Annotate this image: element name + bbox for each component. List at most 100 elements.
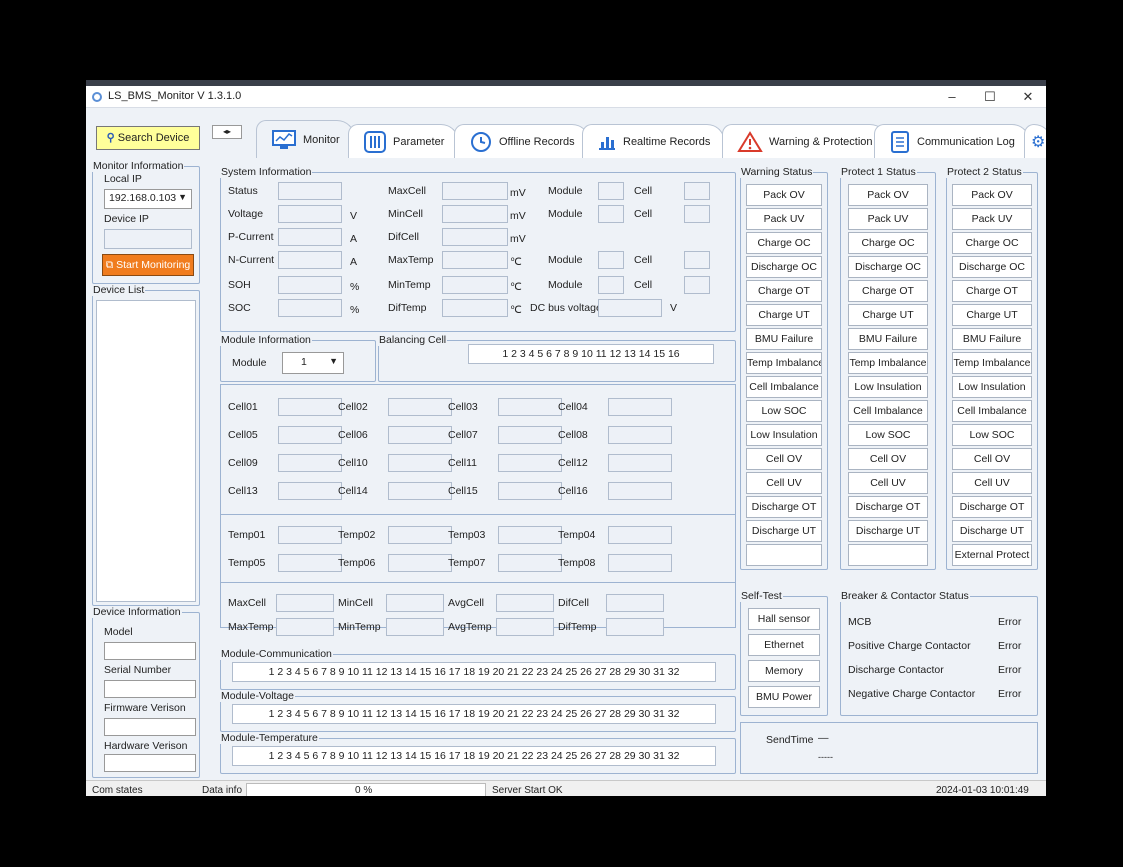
warning-status-item[interactable]: Cell OV — [746, 448, 822, 470]
protect1-status-item[interactable] — [848, 544, 928, 566]
unit-label: V — [350, 210, 358, 222]
protect1-status-item[interactable]: BMU Failure — [848, 328, 928, 350]
protect2-status-item[interactable]: Cell OV — [952, 448, 1032, 470]
tab-offline-records-label: Offline Records — [499, 135, 575, 148]
warning-status-item[interactable]: Charge OT — [746, 280, 822, 302]
protect2-status-item[interactable]: Charge OT — [952, 280, 1032, 302]
module-select[interactable]: 1 ▼ — [282, 352, 344, 374]
warning-status-item[interactable]: Charge OC — [746, 232, 822, 254]
self-test-item[interactable]: Hall sensor — [748, 608, 820, 630]
breaker-contactor-legend: Breaker & Contactor Status — [841, 590, 969, 602]
protect1-status-item[interactable]: Discharge OC — [848, 256, 928, 278]
warning-status-item[interactable]: Pack UV — [746, 208, 822, 230]
protect2-status-item[interactable]: Pack UV — [952, 208, 1032, 230]
tab-scroll-arrows[interactable]: ◂▸ — [212, 125, 242, 139]
local-ip-label: Local IP — [104, 173, 142, 185]
warning-status-item[interactable]: Discharge UT — [746, 520, 822, 542]
protect1-status-item[interactable]: Discharge OT — [848, 496, 928, 518]
tab-settings[interactable]: ⚙ — [1024, 124, 1046, 158]
warning-status-item[interactable]: Low SOC — [746, 400, 822, 422]
protect1-status-item[interactable]: Discharge UT — [848, 520, 928, 542]
unit-label: mV — [510, 187, 526, 199]
protect-2-status-legend: Protect 2 Status — [947, 166, 1022, 178]
cell-value — [684, 276, 710, 294]
tab-warning-protection[interactable]: Warning & Protection — [722, 124, 888, 158]
local-ip-select[interactable]: 192.168.0.103 ▼ — [104, 189, 192, 209]
protect1-status-item[interactable]: Temp Imbalance — [848, 352, 928, 374]
start-monitoring-button[interactable]: ⧉ Start Monitoring — [102, 254, 194, 276]
protect2-status-item[interactable]: Pack OV — [952, 184, 1032, 206]
warning-status-item[interactable]: Cell UV — [746, 472, 822, 494]
protect1-status-item[interactable]: Cell UV — [848, 472, 928, 494]
warning-status-item[interactable]: BMU Failure — [746, 328, 822, 350]
protect1-status-item[interactable]: Charge OT — [848, 280, 928, 302]
protect1-status-item[interactable]: Cell OV — [848, 448, 928, 470]
search-device-label: Search Device — [117, 132, 190, 144]
protect1-status-item[interactable]: Low Insulation — [848, 376, 928, 398]
protect2-status-item[interactable]: Cell UV — [952, 472, 1032, 494]
module-value — [598, 182, 624, 200]
protect2-status-item[interactable]: Low Insulation — [952, 376, 1032, 398]
self-test-item[interactable]: Ethernet — [748, 634, 820, 656]
self-test-item[interactable]: Memory — [748, 660, 820, 682]
protect1-status-item[interactable]: Pack OV — [848, 184, 928, 206]
hardware-version-field — [104, 754, 196, 772]
protect2-status-item[interactable]: External Protect — [952, 544, 1032, 566]
minimize-button[interactable]: – — [938, 88, 966, 106]
protect2-status-item[interactable]: Discharge OT — [952, 496, 1032, 518]
protect1-status-item[interactable]: Pack UV — [848, 208, 928, 230]
balancing-cell-indicators: 1 2 3 4 5 6 7 8 9 10 11 12 13 14 15 16 — [468, 344, 714, 364]
warning-status-item[interactable]: Low Insulation — [746, 424, 822, 446]
protect2-status-item[interactable]: Discharge OC — [952, 256, 1032, 278]
protect2-status-item[interactable]: Discharge UT — [952, 520, 1032, 542]
module-communication-legend: Module-Communication — [221, 648, 332, 660]
system-info-value — [278, 251, 342, 269]
module-temperature-indicators: 1 2 3 4 5 6 7 8 9 10 11 12 13 14 15 16 1… — [232, 746, 716, 766]
tab-realtime-records[interactable]: Realtime Records — [582, 124, 726, 158]
device-list-panel[interactable] — [96, 300, 196, 602]
protect2-status-item[interactable]: Low SOC — [952, 424, 1032, 446]
warning-status-item[interactable]: Temp Imbalance — [746, 352, 822, 374]
close-button[interactable]: ✕ — [1014, 88, 1042, 106]
protect1-status-item[interactable]: Cell Imbalance — [848, 400, 928, 422]
warning-status-item[interactable] — [746, 544, 822, 566]
protect2-status-item[interactable]: Charge OC — [952, 232, 1032, 254]
start-monitoring-label: Start Monitoring — [116, 259, 191, 271]
summary-value — [606, 618, 664, 636]
device-information-legend: Device Information — [93, 606, 181, 618]
summary-label: DifCell — [558, 597, 589, 609]
device-ip-field[interactable] — [104, 229, 192, 249]
system-info-label: SOC — [228, 302, 251, 314]
protect1-status-item[interactable]: Low SOC — [848, 424, 928, 446]
self-test-item[interactable]: BMU Power — [748, 686, 820, 708]
tab-monitor-label: Monitor — [303, 133, 340, 146]
protect1-status-item[interactable]: Charge UT — [848, 304, 928, 326]
protect2-status-item[interactable]: Cell Imbalance — [952, 400, 1032, 422]
search-icon: ⚲ — [106, 132, 115, 144]
protect2-status-item[interactable]: Temp Imbalance — [952, 352, 1032, 374]
tab-parameter[interactable]: Parameter — [348, 124, 460, 158]
cell-voltage-value — [608, 482, 672, 500]
tab-monitor[interactable]: Monitor — [256, 120, 355, 158]
warning-status-item[interactable]: Discharge OT — [746, 496, 822, 518]
tab-communication-log[interactable]: Communication Log — [874, 124, 1030, 158]
maximize-button[interactable]: ☐ — [976, 88, 1004, 106]
unit-label: % — [350, 304, 360, 316]
system-info-value — [442, 228, 508, 246]
protect2-status-item[interactable]: Charge UT — [952, 304, 1032, 326]
protect2-status-item[interactable]: BMU Failure — [952, 328, 1032, 350]
tab-offline-records[interactable]: Offline Records — [454, 124, 590, 158]
warning-status-item[interactable]: Charge UT — [746, 304, 822, 326]
warning-status-item[interactable]: Pack OV — [746, 184, 822, 206]
warning-status-item[interactable]: Cell Imbalance — [746, 376, 822, 398]
unit-label: % — [350, 281, 360, 293]
search-device-button[interactable]: ⚲ Search Device — [96, 126, 200, 150]
cell-voltage-value — [388, 398, 452, 416]
app-icon — [92, 92, 102, 102]
temp-value — [608, 554, 672, 572]
protect1-status-item[interactable]: Charge OC — [848, 232, 928, 254]
temp-value — [388, 554, 452, 572]
summary-label: MaxTemp — [228, 621, 274, 633]
warning-status-item[interactable]: Discharge OC — [746, 256, 822, 278]
summary-label: MinCell — [338, 597, 374, 609]
